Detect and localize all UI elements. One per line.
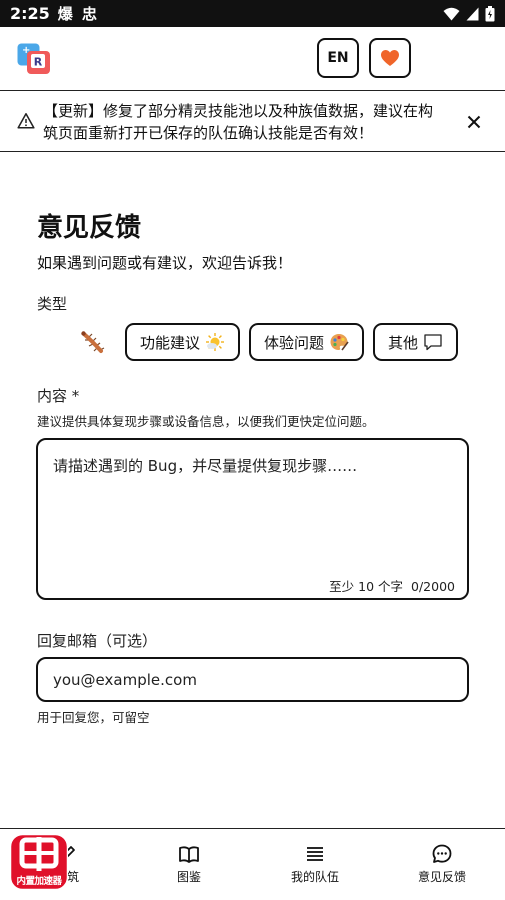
palette-icon: [330, 334, 349, 351]
support-button[interactable]: [369, 38, 411, 78]
email-placeholder: you@example.com: [53, 671, 197, 689]
type-chip-experience[interactable]: 体验问题: [249, 323, 365, 361]
chat-bubble-icon: [424, 334, 442, 351]
page-subtitle: 如果遇到问题或有建议，欢迎告诉我！: [37, 254, 293, 272]
type-label: 类型: [37, 295, 68, 313]
close-icon[interactable]: [463, 111, 485, 133]
signal-icon: [466, 7, 479, 20]
status-notifications: 爆 忠: [57, 5, 100, 23]
accelerator-badge-text: 内置加速器: [16, 876, 62, 887]
book-icon: [179, 846, 199, 863]
type-chip-label: 功能建议: [140, 333, 201, 352]
character-counter: 至少 10 个字 0/2000: [329, 576, 455, 595]
feedback-icon: [432, 844, 452, 863]
bottom-nav: 构筑 图鉴 我的队伍 意见反馈: [0, 828, 505, 900]
wifi-icon: [443, 7, 460, 20]
email-hint: 用于回复您，可留空: [37, 710, 150, 725]
notice-text: 【更新】修复了部分精灵技能池以及种族值数据，建议在构筑页面重新打开已保存的队伍确…: [43, 102, 434, 142]
status-time: 2:25: [10, 4, 50, 23]
app-header: R + EN: [0, 27, 505, 90]
update-notice-banner: 【更新】修复了部分精灵技能池以及种族值数据，建议在构筑页面重新打开已保存的队伍确…: [0, 90, 505, 152]
type-selector: 功能建议 体验问题 其他: [77, 323, 467, 361]
char-count: 0/2000: [411, 579, 455, 594]
nav-item-pokedex[interactable]: 图鉴: [134, 843, 244, 885]
heart-icon: [381, 50, 399, 66]
centipede-icon: [81, 331, 105, 353]
content-textarea[interactable]: 请描述遇到的 Bug，并尽量提供复现步骤…… 至少 10 个字 0/2000: [36, 438, 469, 600]
page-title: 意见反馈: [37, 213, 142, 243]
email-label: 回复邮箱（可选）: [37, 632, 158, 650]
nav-label: 图鉴: [176, 870, 201, 884]
svg-text:R: R: [34, 56, 43, 69]
app-logo[interactable]: R +: [17, 43, 51, 75]
status-bar: 2:25 爆 忠: [0, 0, 505, 27]
min-length-hint: 至少 10 个字: [329, 579, 404, 594]
accelerator-badge[interactable]: 内置加速器: [9, 833, 69, 891]
language-toggle-button[interactable]: EN: [317, 38, 359, 78]
email-input[interactable]: you@example.com: [36, 657, 469, 702]
nav-item-feedback[interactable]: 意见反馈: [387, 843, 497, 885]
content-label: 内容 *: [37, 387, 80, 405]
type-chip-feature[interactable]: 功能建议: [125, 323, 241, 361]
list-icon: [307, 847, 323, 861]
warning-icon: [17, 113, 35, 129]
svg-text:+: +: [22, 45, 30, 56]
type-chip-label: 其他: [388, 333, 419, 352]
sun-icon: [206, 333, 225, 351]
content-hint: 建议提供具体复现步骤或设备信息，以便我们更快定位问题。: [37, 414, 375, 429]
type-chip-label: 体验问题: [264, 333, 325, 352]
nav-item-my-team[interactable]: 我的队伍: [260, 843, 370, 885]
nav-label: 意见反馈: [417, 870, 466, 884]
nav-label: 我的队伍: [290, 870, 339, 884]
content-placeholder: 请描述遇到的 Bug，并尽量提供复现步骤……: [53, 457, 358, 475]
battery-icon: [485, 5, 495, 21]
type-chip-other[interactable]: 其他: [373, 323, 459, 361]
